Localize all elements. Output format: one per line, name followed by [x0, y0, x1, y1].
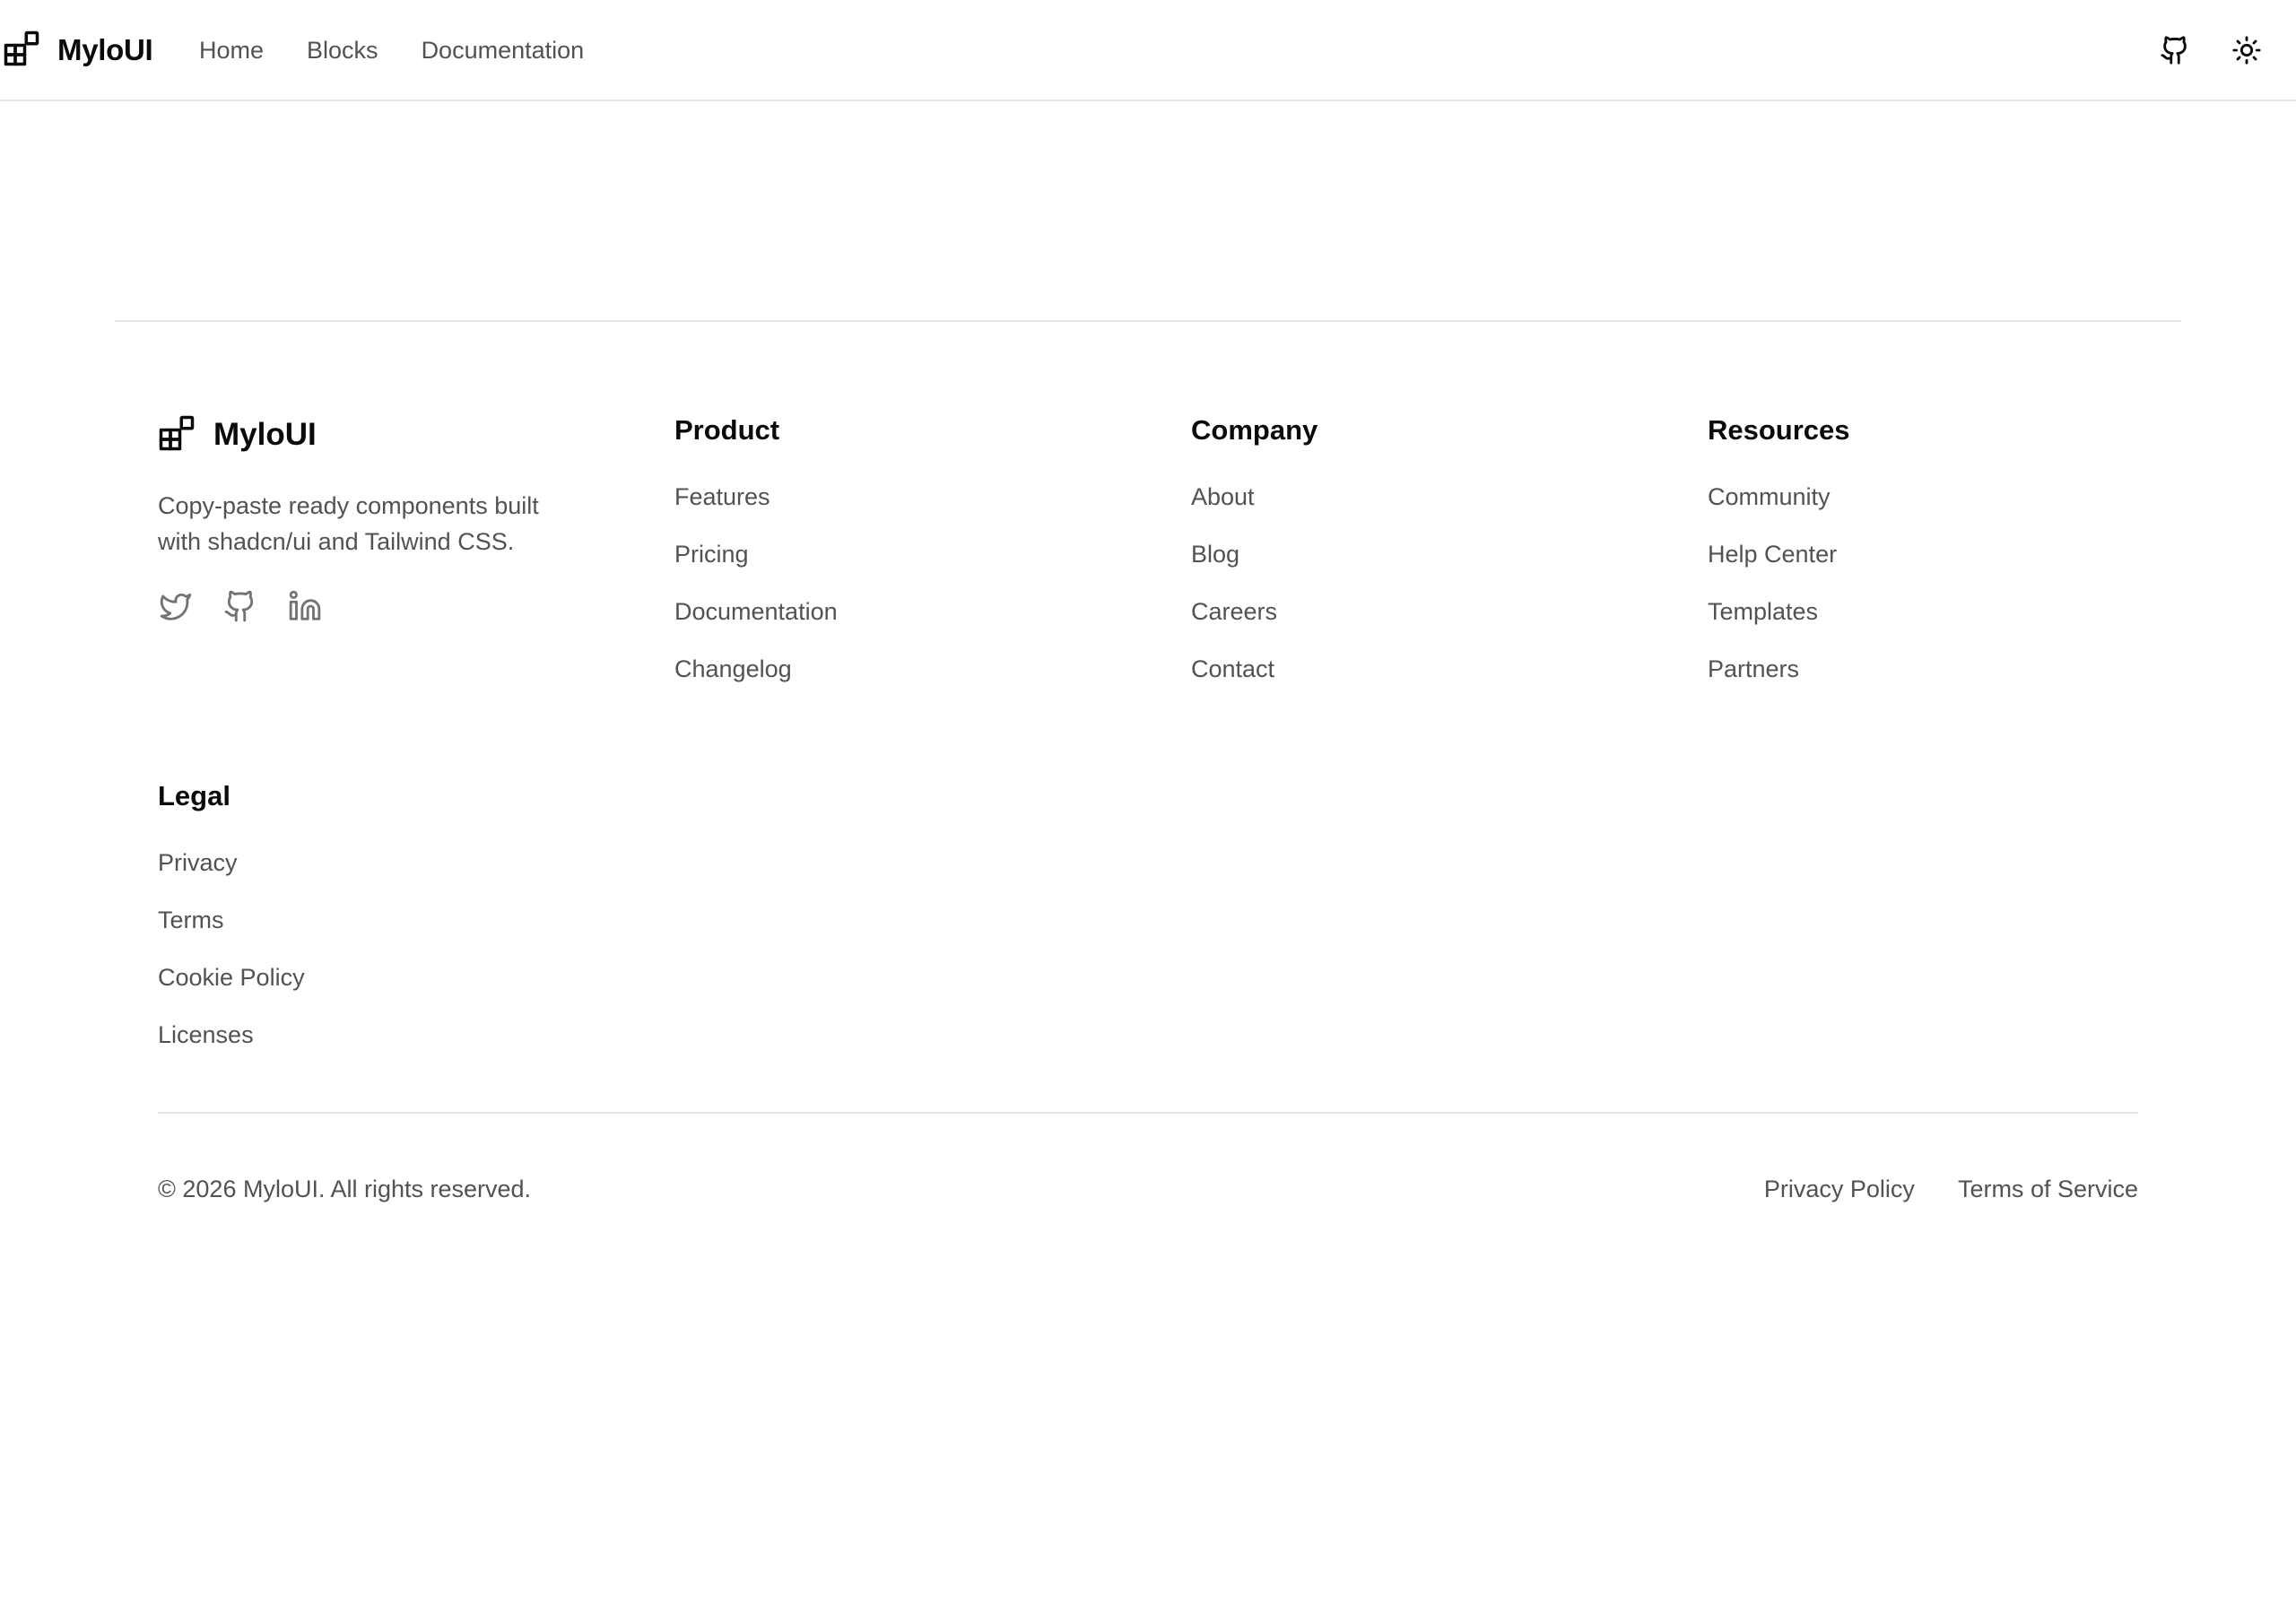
footer-link-terms[interactable]: Terms: [158, 902, 305, 959]
footer-column-company: Company About Blog Careers Contact: [1191, 412, 1318, 708]
footer-link-about[interactable]: About: [1191, 479, 1318, 536]
footer-brand-name: MyloUI: [213, 417, 317, 452]
footer-brand-link[interactable]: MyloUI: [158, 415, 317, 455]
header-brand-link[interactable]: MyloUI: [3, 30, 153, 72]
nav-blocks[interactable]: Blocks: [307, 37, 378, 65]
footer-link-help-center[interactable]: Help Center: [1708, 536, 1850, 594]
footer-bottom-links: Privacy Policy Terms of Service: [1721, 1171, 2138, 1207]
github-icon[interactable]: [2152, 28, 2197, 73]
section-divider: [115, 320, 2181, 322]
footer-column-product: Product Features Pricing Documentation C…: [674, 412, 838, 708]
linkedin-icon[interactable]: [287, 588, 323, 624]
main-nav: Home Blocks Documentation: [199, 30, 627, 70]
footer-divider: [158, 1112, 2138, 1114]
footer-link-licenses[interactable]: Licenses: [158, 1017, 305, 1074]
footer-link-blog[interactable]: Blog: [1191, 536, 1318, 594]
sun-icon[interactable]: [2224, 28, 2269, 73]
footer-column-legal: Legal Privacy Terms Cookie Policy Licens…: [158, 778, 305, 1074]
footer-link-features[interactable]: Features: [674, 479, 838, 536]
blocks-logo-icon: [158, 414, 196, 456]
footer-link-privacy[interactable]: Privacy: [158, 845, 305, 902]
column-heading: Resources: [1708, 414, 1850, 446]
nav-documentation[interactable]: Documentation: [422, 37, 585, 65]
footer-link-contact[interactable]: Contact: [1191, 651, 1318, 708]
nav-home[interactable]: Home: [199, 37, 264, 65]
copyright-text: © 2026 MyloUI. All rights reserved.: [158, 1176, 532, 1202]
column-heading: Company: [1191, 414, 1318, 446]
blocks-logo-icon: [3, 30, 40, 72]
footer-description: Copy-paste ready components built with s…: [158, 492, 539, 555]
terms-of-service-link[interactable]: Terms of Service: [1958, 1171, 2138, 1207]
footer-column-resources: Resources Community Help Center Template…: [1708, 412, 1850, 708]
footer-link-partners[interactable]: Partners: [1708, 651, 1850, 708]
footer-link-pricing[interactable]: Pricing: [674, 536, 838, 594]
github-icon[interactable]: [222, 588, 258, 624]
column-heading: Legal: [158, 780, 230, 811]
column-heading: Product: [674, 414, 780, 446]
footer-link-documentation[interactable]: Documentation: [674, 594, 838, 651]
social-links: [158, 588, 352, 624]
footer-link-changelog[interactable]: Changelog: [674, 651, 838, 708]
header-brand-name: MyloUI: [57, 33, 153, 66]
footer-link-community[interactable]: Community: [1708, 479, 1850, 536]
footer-link-careers[interactable]: Careers: [1191, 594, 1318, 651]
site-header: MyloUI Home Blocks Documentation: [0, 0, 2296, 101]
twitter-icon[interactable]: [158, 588, 194, 624]
footer-link-cookie-policy[interactable]: Cookie Policy: [158, 959, 305, 1017]
footer-link-templates[interactable]: Templates: [1708, 594, 1850, 651]
privacy-policy-link[interactable]: Privacy Policy: [1764, 1171, 1915, 1207]
header-actions: [2152, 28, 2296, 73]
